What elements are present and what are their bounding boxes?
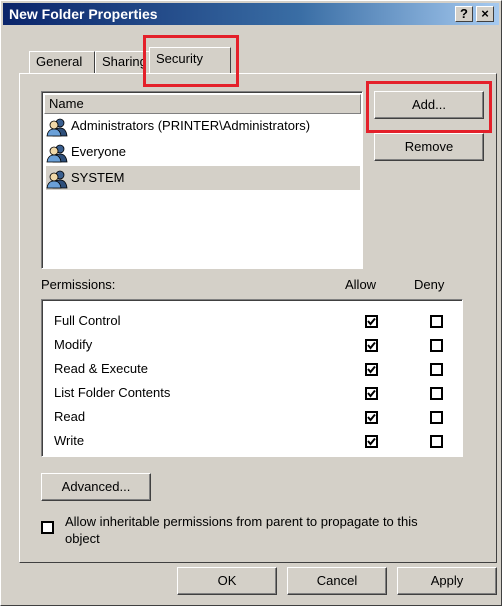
help-button[interactable]: ? <box>455 6 473 22</box>
properties-dialog: New Folder Properties ? × General Sharin… <box>0 0 502 606</box>
cancel-button[interactable]: Cancel <box>287 567 387 595</box>
close-button[interactable]: × <box>476 6 494 22</box>
ok-button[interactable]: OK <box>177 567 277 595</box>
apply-button[interactable]: Apply <box>397 567 497 595</box>
tab-sharing[interactable]: Sharing <box>95 51 150 73</box>
window-title: New Folder Properties <box>9 6 158 22</box>
title-bar[interactable]: New Folder Properties ? × <box>3 3 499 25</box>
tab-security[interactable]: Security <box>149 47 231 73</box>
tab-general[interactable]: General <box>29 51 95 73</box>
security-tab-panel <box>19 73 497 563</box>
